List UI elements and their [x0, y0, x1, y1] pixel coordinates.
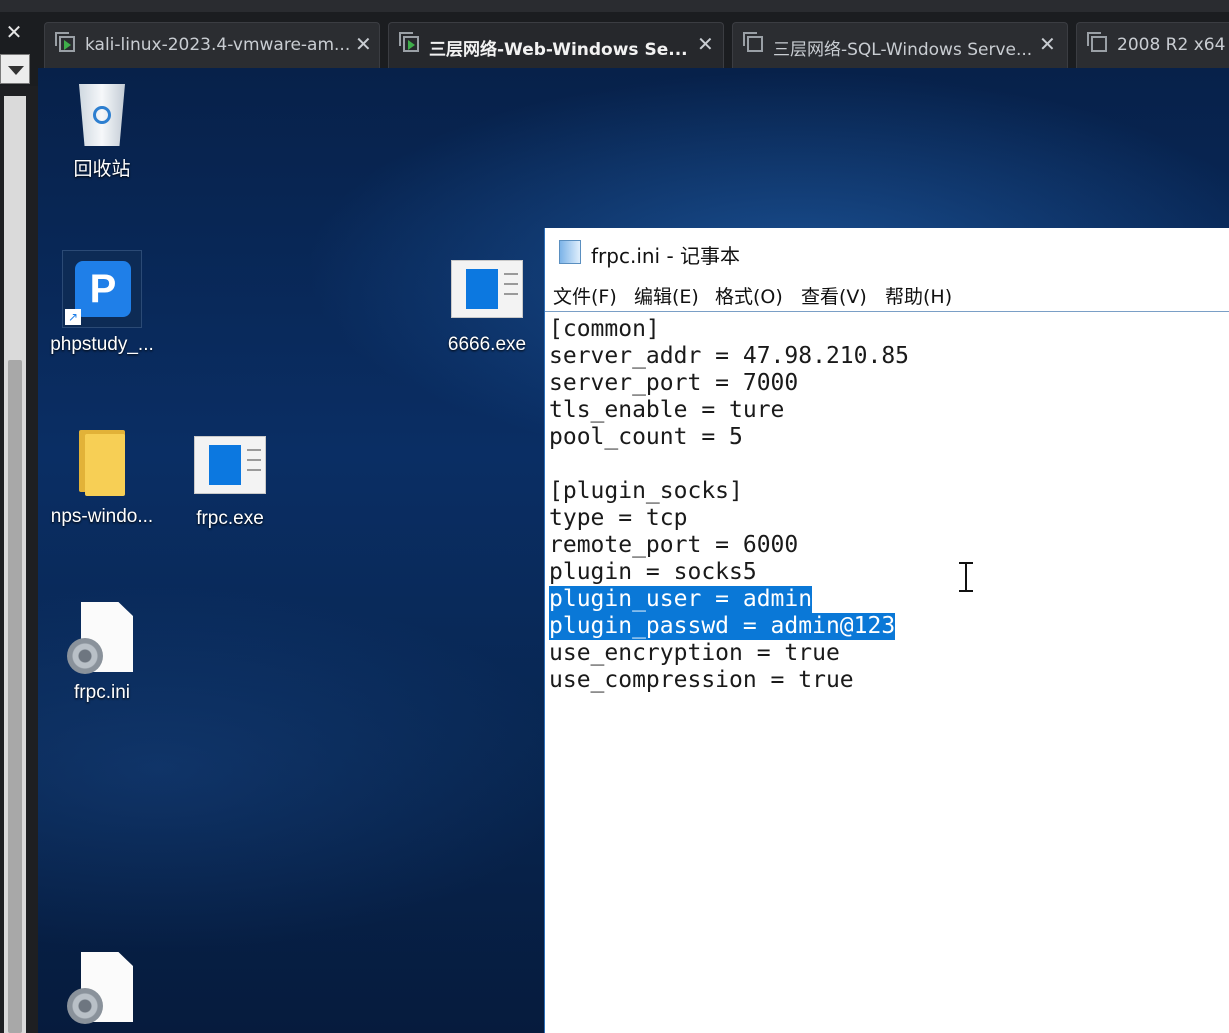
desktop-icon-frpc-exe[interactable]: frpc.exe — [170, 436, 290, 530]
exe-icon — [451, 260, 523, 318]
exe-icon — [194, 436, 266, 494]
close-icon[interactable]: ✕ — [697, 32, 714, 56]
close-icon[interactable]: ✕ — [0, 18, 28, 46]
vm-tab-bar: kali-linux-2023.4-vmware-am... ✕ 三层网络-We… — [38, 12, 1229, 68]
desktop-icon-recycle-bin[interactable]: 回收站 — [42, 78, 162, 181]
recycle-bin-icon — [71, 78, 133, 148]
icon-label: phpstudy_... — [50, 334, 154, 355]
menu-edit[interactable]: 编辑(E) — [634, 282, 699, 309]
config-file-icon — [67, 602, 137, 676]
notepad-title-bar[interactable]: frpc.ini - 记事本 — [545, 228, 1229, 278]
host-top-bar — [0, 0, 1229, 12]
window-title: frpc.ini - 记事本 — [591, 244, 741, 268]
icon-label: frpc.exe — [196, 508, 264, 529]
notepad-icon — [559, 240, 581, 264]
text-line: [plugin_socks] — [549, 478, 743, 504]
menu-format[interactable]: 格式(O) — [715, 282, 783, 309]
desktop-icon-6666-exe[interactable]: 6666.exe — [427, 260, 547, 356]
text-line: use_compression = true — [549, 667, 854, 693]
vm-icon — [743, 32, 763, 52]
text-line: use_encryption = true — [549, 640, 840, 666]
notepad-window: frpc.ini - 记事本 文件(F) 编辑(E) 格式(O) 查看(V) 帮… — [544, 228, 1229, 1033]
vm-running-icon — [55, 32, 75, 52]
tab-label: 三层网络-Web-Windows Se... — [429, 40, 688, 60]
selected-text-line: plugin_passwd = admin@123 — [549, 613, 896, 640]
text-line: [common] — [549, 316, 660, 342]
tab-web-windows[interactable]: 三层网络-Web-Windows Se... ✕ — [388, 22, 724, 68]
scrollbar-thumb[interactable] — [8, 360, 22, 1033]
icon-label: 回收站 — [73, 159, 131, 180]
icon-label: nps-windo... — [50, 506, 154, 527]
text-editor[interactable]: [common] server_addr = 47.98.210.85 serv… — [549, 316, 1219, 1016]
chevron-down-icon[interactable] — [0, 54, 30, 84]
config-file-icon — [67, 952, 137, 1026]
selected-text-line: plugin_user = admin — [549, 586, 813, 613]
desktop-icon-nps-folder[interactable]: nps-windo... — [42, 430, 162, 528]
text-line: type = tcp — [549, 505, 688, 531]
desktop-icon-config-file[interactable] — [42, 952, 162, 1026]
close-icon[interactable]: ✕ — [355, 32, 372, 56]
menu-bar: 文件(F) 编辑(E) 格式(O) 查看(V) 帮助(H) — [545, 278, 1229, 312]
text-cursor-icon — [958, 562, 974, 592]
close-icon[interactable]: ✕ — [1039, 32, 1056, 56]
text-line: pool_count = 5 — [549, 424, 743, 450]
tab-label: 2008 R2 x64 — [1117, 35, 1226, 55]
desktop-icon-frpc-ini[interactable]: frpc.ini — [42, 602, 162, 704]
vm-icon — [1087, 32, 1107, 52]
tab-label: 三层网络-SQL-Windows Serve... — [773, 40, 1033, 60]
text-line: tls_enable = ture — [549, 397, 785, 423]
menu-help[interactable]: 帮助(H) — [885, 282, 952, 309]
text-line: remote_port = 6000 — [549, 532, 799, 558]
tab-kali-linux[interactable]: kali-linux-2023.4-vmware-am... ✕ — [44, 22, 380, 68]
text-line: plugin = socks5 — [549, 559, 757, 585]
icon-label: 6666.exe — [447, 334, 527, 355]
tab-label: kali-linux-2023.4-vmware-am... — [85, 35, 351, 55]
desktop-icon-phpstudy[interactable]: P ↗ phpstudy_... — [42, 250, 162, 356]
menu-view[interactable]: 查看(V) — [801, 282, 867, 309]
tab-2008-r2[interactable]: 2008 R2 x64 — [1076, 22, 1229, 68]
phpstudy-icon: P ↗ — [62, 250, 142, 328]
folder-icon — [79, 430, 125, 496]
tab-sql-windows[interactable]: 三层网络-SQL-Windows Serve... ✕ — [732, 22, 1068, 68]
icon-label: frpc.ini — [74, 682, 130, 703]
text-line: server_addr = 47.98.210.85 — [549, 343, 910, 369]
menu-file[interactable]: 文件(F) — [553, 282, 617, 309]
vm-running-icon — [399, 32, 419, 52]
text-line: server_port = 7000 — [549, 370, 799, 396]
shortcut-arrow-icon: ↗ — [65, 309, 81, 325]
